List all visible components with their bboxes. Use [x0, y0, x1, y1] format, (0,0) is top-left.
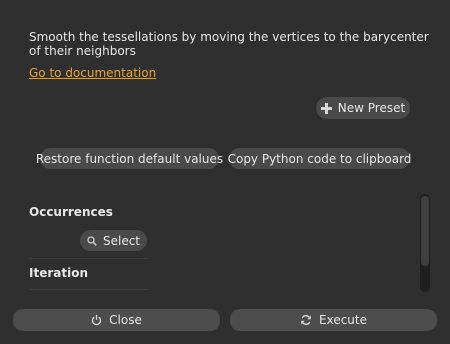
- search-icon: [87, 235, 97, 246]
- select-label: Select: [102, 233, 141, 248]
- iteration-title: Iteration: [29, 266, 88, 280]
- plus-icon: [320, 102, 332, 114]
- section-divider: [29, 258, 148, 259]
- close-button[interactable]: Close: [13, 309, 220, 331]
- refresh-icon: [300, 314, 312, 326]
- function-panel: Smooth the tessellations by moving the v…: [0, 0, 450, 344]
- execute-label: Execute: [319, 313, 367, 327]
- function-description: Smooth the tessellations by moving the v…: [29, 30, 429, 58]
- section-divider: [29, 289, 148, 290]
- select-occurrences-button[interactable]: Select: [80, 230, 147, 251]
- restore-defaults-button[interactable]: Restore function default values: [36, 148, 223, 169]
- copy-python-label: Copy Python code to clipboard: [227, 151, 412, 166]
- new-preset-label: New Preset: [337, 101, 406, 115]
- documentation-link[interactable]: Go to documentation: [29, 66, 156, 80]
- power-icon: [91, 314, 102, 326]
- restore-defaults-label: Restore function default values: [35, 151, 224, 166]
- scrollbar-thumb[interactable]: [421, 196, 429, 266]
- occurrences-title: Occurrences: [29, 205, 113, 219]
- new-preset-button[interactable]: New Preset: [316, 97, 410, 119]
- execute-button[interactable]: Execute: [230, 309, 437, 331]
- copy-python-button[interactable]: Copy Python code to clipboard: [227, 148, 412, 169]
- close-label: Close: [109, 313, 142, 327]
